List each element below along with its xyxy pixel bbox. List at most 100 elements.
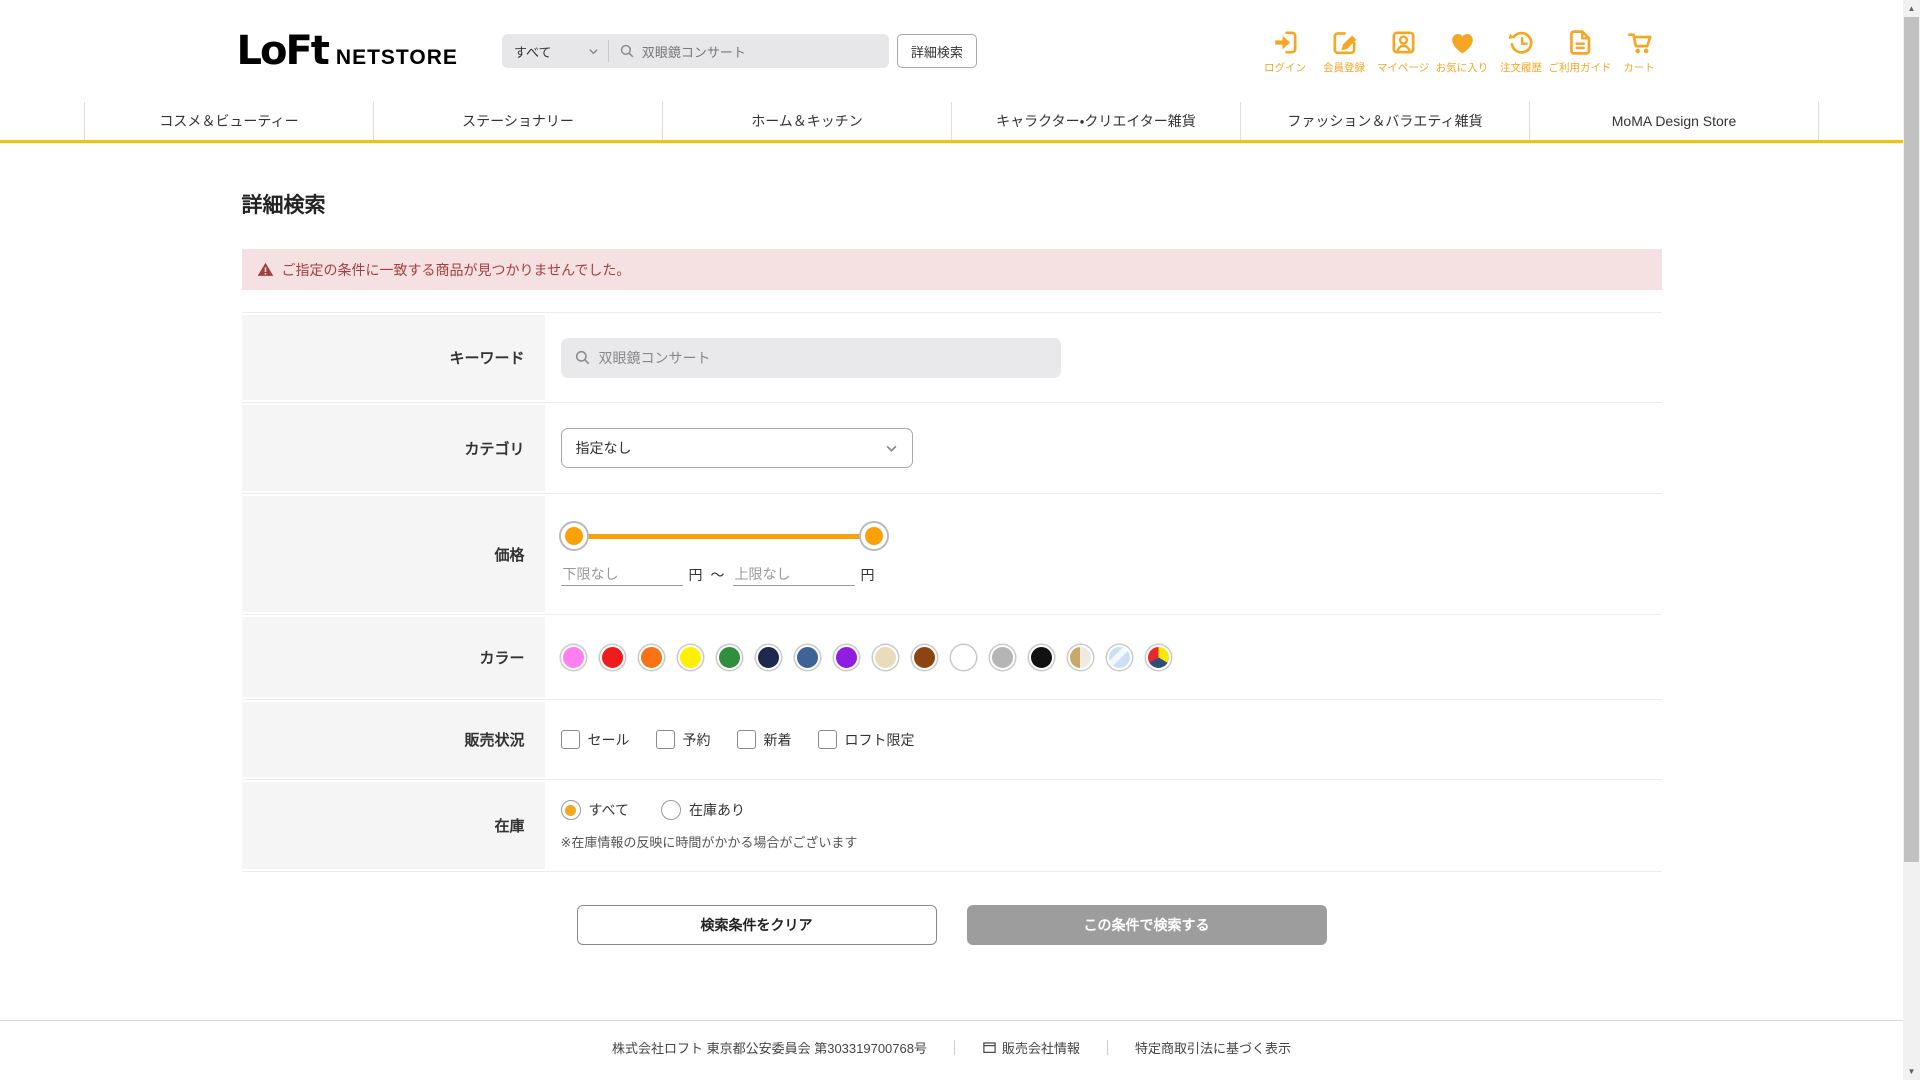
checkbox-box[interactable]	[655, 730, 675, 749]
scrollbar-thumb[interactable]	[1904, 17, 1919, 862]
price-slider-min-handle[interactable]	[560, 523, 587, 549]
form-row-keyword: キーワード 双眼鏡コンサート	[241, 312, 1662, 403]
radio-button-checked[interactable]	[560, 800, 581, 820]
color-swatch-orange[interactable]	[638, 644, 664, 670]
price-slider-max-handle[interactable]	[860, 523, 887, 549]
color-swatch-blue[interactable]	[794, 644, 820, 670]
checkbox-label: セール	[587, 731, 630, 748]
keyword-input[interactable]: 双眼鏡コンサート	[560, 337, 1061, 378]
checkbox-reservation[interactable]: 予約	[655, 730, 711, 750]
price-label: 価格	[241, 496, 545, 612]
search-scope-value: すべて	[513, 44, 552, 60]
stock-note: ※在庫情報の反映に時間がかかる場合がございます	[560, 835, 858, 850]
checkbox-sale[interactable]: セール	[560, 730, 630, 750]
login-icon	[1274, 31, 1296, 53]
logo-sub-text: NETSTORE	[335, 46, 458, 69]
category-selected-value: 指定なし	[575, 440, 632, 456]
error-message-box: ご指定の条件に一致する商品が見つかりませんでした。	[241, 249, 1662, 290]
form-row-price: 価格 円 ～ 円	[241, 494, 1662, 615]
category-label: カテゴリ	[241, 405, 545, 491]
nav-item-fashion[interactable]: ファッション＆バラエティ雑貨	[1240, 102, 1529, 140]
footer-separator	[953, 1040, 955, 1055]
page: LoFt NETSTORE すべて 双眼鏡コンサート 詳細検索 ログイン 会員登…	[0, 0, 1903, 1080]
nav-item-stationery[interactable]: ステーショナリー	[373, 102, 662, 140]
keyword-label: キーワード	[241, 315, 545, 400]
checkbox-box[interactable]	[560, 730, 580, 749]
chevron-down-icon	[886, 445, 896, 452]
site-footer: 株式会社ロフト 東京都公安委員会 第303319700768号 販売会社情報 特…	[0, 1020, 1903, 1069]
header-link-label: 注文履歴	[1500, 61, 1542, 74]
header-link-cart[interactable]: カート	[1612, 28, 1667, 75]
color-swatch-pink[interactable]	[560, 644, 586, 670]
search-scope-select[interactable]: すべて	[502, 34, 608, 68]
nav-item-cosme[interactable]: コスメ＆ビューティー	[84, 102, 373, 140]
checkbox-loft-limited[interactable]: ロフト限定	[817, 730, 915, 750]
header-link-guide[interactable]: ご利用ガイド	[1549, 28, 1612, 75]
color-swatch-yellow[interactable]	[677, 644, 703, 670]
footer-link-label: 特定商取引法に基づく表示	[1134, 1041, 1291, 1056]
color-swatch-navy[interactable]	[755, 644, 781, 670]
radio-stock-all[interactable]: すべて	[560, 800, 629, 820]
header-search-bar: すべて 双眼鏡コンサート	[501, 34, 889, 68]
color-swatch-white[interactable]	[950, 644, 976, 670]
color-swatch-purple[interactable]	[833, 644, 859, 670]
site-logo[interactable]: LoFt NETSTORE	[237, 28, 458, 74]
logo-main-text: LoFt	[236, 28, 330, 74]
nav-item-character[interactable]: キャラクター・クリエイター雑貨	[951, 102, 1240, 140]
nav-item-home-kitchen[interactable]: ホーム＆キッチン	[662, 102, 951, 140]
radio-label: すべて	[588, 802, 629, 818]
color-swatch-gold-silver[interactable]	[1067, 644, 1093, 670]
header-link-label: ご利用ガイド	[1548, 61, 1612, 74]
footer-link-legal[interactable]: 特定商取引法に基づく表示	[1135, 1038, 1291, 1057]
checkbox-box[interactable]	[817, 730, 837, 749]
header-link-order-history[interactable]: 注文履歴	[1494, 28, 1549, 75]
radio-button[interactable]	[660, 800, 681, 820]
color-swatch-clear[interactable]	[1106, 644, 1132, 670]
header-link-favorites[interactable]: お気に入り	[1435, 28, 1490, 75]
footer-link-label: 販売会社情報	[1001, 1041, 1080, 1056]
color-label: カラー	[241, 617, 545, 697]
scrollbar-down-arrow-icon[interactable]: ▼	[1903, 1063, 1920, 1080]
color-swatch-black[interactable]	[1028, 644, 1054, 670]
price-max-unit: 円	[860, 566, 875, 583]
main-nav: コスメ＆ビューティー ステーショナリー ホーム＆キッチン キャラクター・クリエイ…	[0, 102, 1903, 143]
color-swatch-red[interactable]	[599, 644, 625, 670]
color-swatch-green[interactable]	[716, 644, 742, 670]
color-swatch-beige[interactable]	[872, 644, 898, 670]
detail-search-button[interactable]: 詳細検索	[896, 34, 977, 68]
header-link-mypage[interactable]: マイページ	[1376, 28, 1431, 75]
nav-item-moma[interactable]: MoMA Design Store	[1529, 102, 1819, 140]
color-swatch-gray[interactable]	[989, 644, 1015, 670]
header-search-input[interactable]: 双眼鏡コンサート	[609, 34, 889, 68]
price-separator: ～	[710, 566, 725, 583]
vertical-scrollbar[interactable]: ▲ ▼	[1903, 0, 1920, 1080]
color-swatch-multicolor[interactable]	[1145, 644, 1171, 670]
form-row-stock: 在庫 すべて 在庫あり ※在庫情報の反映に時間がかかる場合がございます	[241, 780, 1662, 872]
search-with-conditions-button[interactable]: この条件で検索する	[966, 905, 1327, 945]
price-slider-track[interactable]	[573, 534, 874, 539]
price-min-input[interactable]	[560, 563, 683, 586]
checkbox-box[interactable]	[736, 730, 756, 749]
form-row-color: カラー	[241, 615, 1662, 700]
form-actions: 検索条件をクリア この条件で検索する	[242, 905, 1662, 945]
color-swatch-brown[interactable]	[911, 644, 937, 670]
header-link-label: マイページ	[1376, 61, 1430, 74]
footer-separator	[1106, 1040, 1108, 1055]
register-icon	[1333, 31, 1356, 54]
advanced-search-form: キーワード 双眼鏡コンサート カテゴリ 指定なし 価格 下限なし 円 ～ 上限な…	[241, 312, 1662, 872]
header-link-register[interactable]: 会員登録	[1317, 28, 1372, 75]
checkbox-new-arrival[interactable]: 新着	[736, 730, 792, 750]
scrollbar-up-arrow-icon[interactable]: ▲	[1903, 0, 1920, 17]
checkbox-label: ロフト限定	[844, 731, 915, 748]
category-select[interactable]: 指定なし	[560, 428, 913, 468]
header-link-label: ログイン	[1264, 61, 1306, 74]
search-icon	[575, 350, 589, 365]
price-max-input[interactable]	[732, 563, 855, 586]
header-link-login[interactable]: ログイン	[1258, 28, 1313, 75]
guide-icon	[1569, 29, 1590, 55]
header-link-label: 会員登録	[1323, 61, 1365, 74]
radio-stock-available[interactable]: 在庫あり	[660, 800, 745, 820]
footer-link-company-info[interactable]: 販売会社情報	[982, 1038, 1080, 1057]
header-link-label: お気に入り	[1435, 61, 1489, 74]
clear-conditions-button[interactable]: 検索条件をクリア	[576, 905, 937, 945]
